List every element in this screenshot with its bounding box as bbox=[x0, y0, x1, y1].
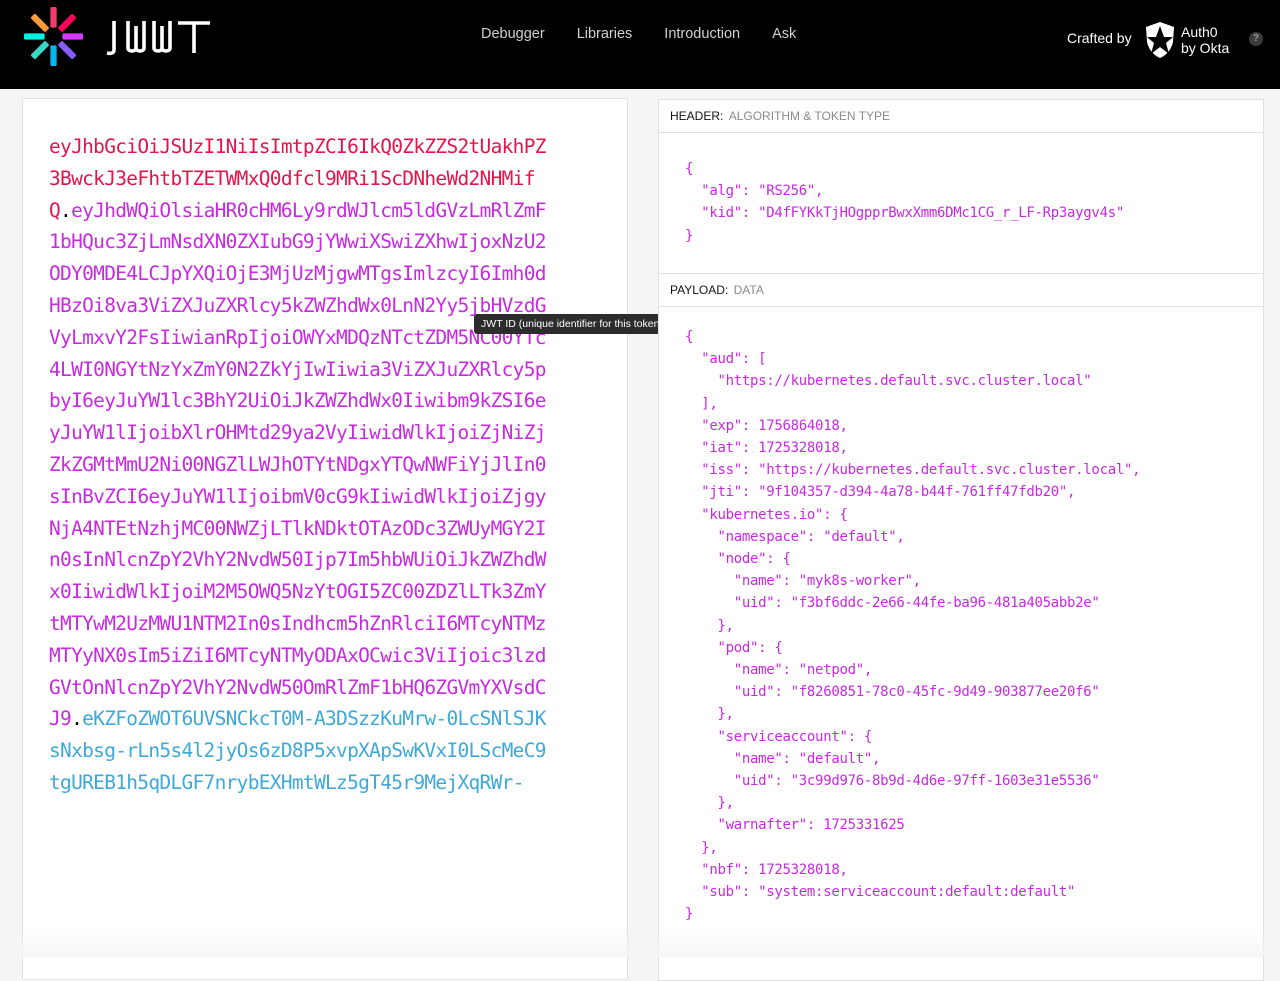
token-payload-part: eyJhdWQiOlsiaHR0cHM6Ly9rdWJlcm5ldGVzLmRl… bbox=[49, 198, 547, 731]
encoded-token-textarea[interactable]: eyJhbGciOiJSUzI1NiIsImtpZCI6IkQ0ZkZZS2tU… bbox=[49, 131, 549, 799]
payload-json-editor[interactable]: { "aud": [ "https://kubernetes.default.s… bbox=[685, 326, 1141, 925]
jti-tooltip: JWT ID (unique identifier for this token… bbox=[474, 314, 670, 334]
header-label: HEADER: bbox=[670, 109, 724, 123]
logo-petal bbox=[50, 45, 57, 67]
logo-petal bbox=[31, 41, 49, 59]
token-signature-part: eKZFoZWOT6UVSNCkcT0M-A3DSzzKuMrw-0LcSNlS… bbox=[49, 707, 547, 794]
jwt-wordmark[interactable] bbox=[106, 12, 214, 58]
bottom-fade bbox=[0, 930, 1280, 957]
crafted-by-label: Crafted by bbox=[1067, 30, 1132, 46]
token-dot: . bbox=[71, 707, 83, 731]
header-sublabel: ALGORITHM & TOKEN TYPE bbox=[728, 109, 891, 123]
nav-libraries[interactable]: Libraries bbox=[577, 26, 633, 42]
logo-petal bbox=[50, 6, 57, 28]
payload-section-title: PAYLOAD: DATA bbox=[659, 273, 1263, 307]
header-section-title: HEADER: ALGORITHM & TOKEN TYPE bbox=[659, 100, 1263, 133]
top-bar: Debugger Libraries Introduction Ask Craf… bbox=[0, 0, 1280, 89]
token-dot: . bbox=[60, 198, 72, 222]
nav-ask[interactable]: Ask bbox=[772, 26, 796, 42]
logo-petal bbox=[58, 14, 76, 32]
auth0-by-okta[interactable]: Auth0 by Okta bbox=[1181, 24, 1229, 56]
nav-introduction[interactable]: Introduction bbox=[664, 26, 740, 42]
logo-petal bbox=[23, 33, 45, 40]
encoded-token-panel[interactable]: eyJhbGciOiJSUzI1NiIsImtpZCI6IkQ0ZkZZS2tU… bbox=[22, 98, 628, 980]
help-icon[interactable]: ? bbox=[1249, 32, 1263, 46]
payload-label: PAYLOAD: bbox=[670, 283, 729, 297]
header-json-editor[interactable]: { "alg": "RS256", "kid": "D4fFYKkTjHOgpp… bbox=[685, 158, 1124, 247]
auth0-shield-icon[interactable] bbox=[1145, 22, 1175, 58]
auth0-name: Auth0 bbox=[1181, 24, 1218, 40]
nav-debugger[interactable]: Debugger bbox=[481, 26, 545, 42]
logo-petal bbox=[62, 33, 84, 40]
logo-petal bbox=[31, 14, 49, 32]
payload-sublabel: DATA bbox=[733, 283, 764, 297]
okta-name: by Okta bbox=[1181, 40, 1230, 56]
main-nav: Debugger Libraries Introduction Ask bbox=[481, 26, 828, 42]
jwt-logo-icon[interactable] bbox=[22, 5, 85, 68]
decoded-panel: HEADER: ALGORITHM & TOKEN TYPE { "alg": … bbox=[658, 99, 1264, 981]
logo-petal bbox=[58, 41, 76, 59]
